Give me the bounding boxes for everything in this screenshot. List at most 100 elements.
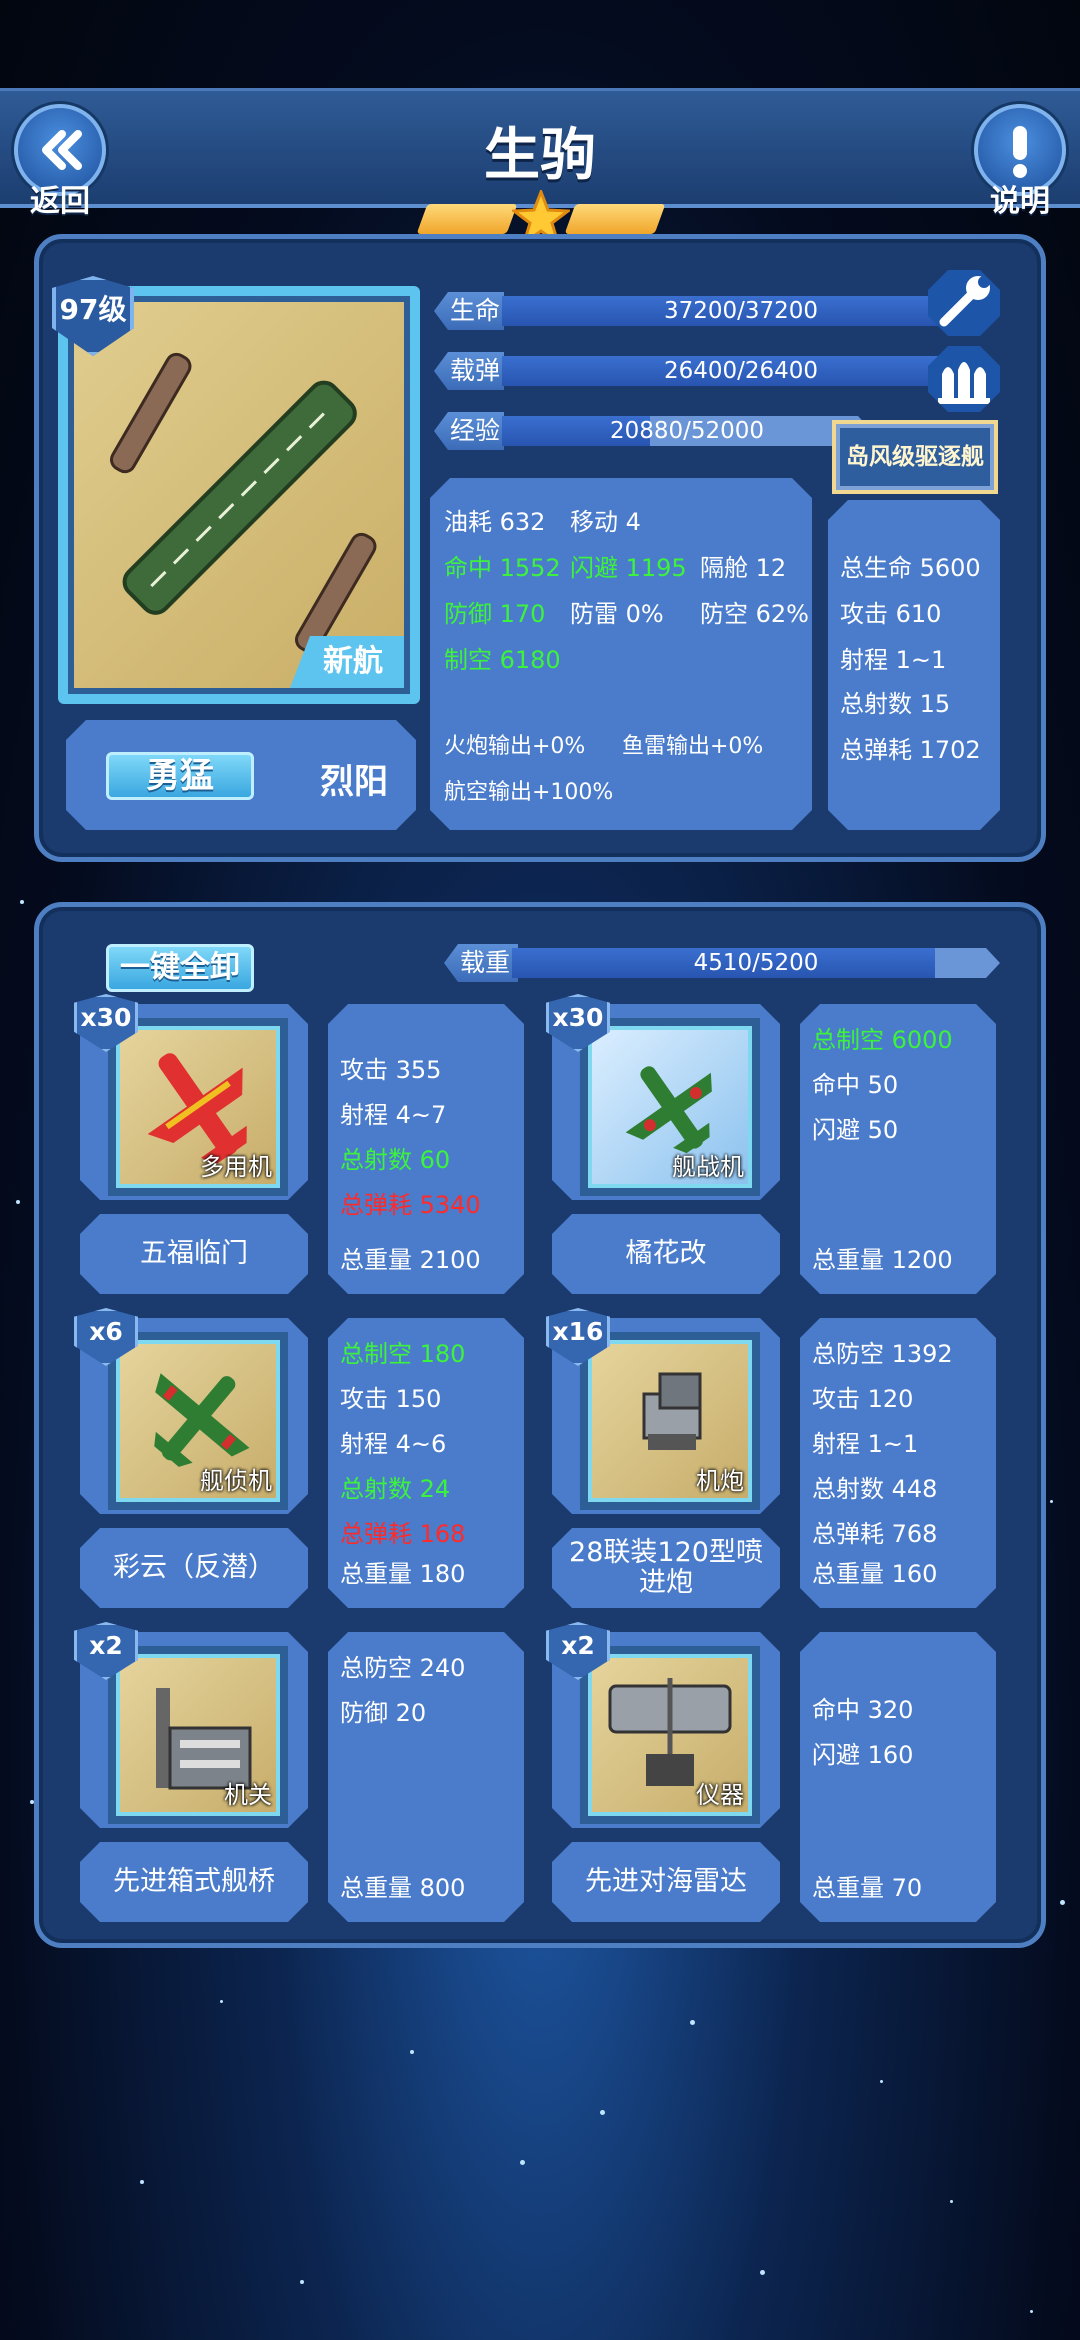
equipment-image-frame: 舰侦机 <box>108 1332 288 1510</box>
stat-fuel: 油耗 632 <box>444 508 546 536</box>
total-attack: 攻击 610 <box>840 600 942 628</box>
bar-label: 生命 <box>434 292 504 330</box>
equipment-stat: 总重量 1200 <box>812 1246 953 1274</box>
equipment-stat: 总防空 240 <box>340 1654 466 1682</box>
aircraft-carrier-image <box>110 352 377 654</box>
stat-bulkhead: 隔舱 12 <box>700 554 787 582</box>
equipment-stats-box: 总制空 6000 命中 50 闪避 50 总重量 1200 <box>800 1004 996 1294</box>
ship-stats-box: 油耗 632 移动 4 命中 1552 闪避 1195 隔舱 12 防御 170… <box>430 478 812 830</box>
background-star <box>220 2000 223 2003</box>
equipment-stats-box: 总制空 180 攻击 150 射程 4~6 总射数 24 总弹耗 168 总重量 180 <box>328 1318 524 1608</box>
repair-button[interactable] <box>928 270 1000 336</box>
back-label: 返回 <box>30 184 90 219</box>
ship-type-tag: 新航 <box>290 636 404 688</box>
stat-evade: 闪避 1195 <box>570 554 687 582</box>
equipment-type-tag: 舰侦机 <box>200 1467 272 1495</box>
equipment-stat: 闪避 50 <box>812 1116 899 1144</box>
wrench-icon <box>928 270 1000 336</box>
equipment-stats-box: 命中 320 闪避 160 总重量 70 <box>800 1632 996 1922</box>
stat-bar: 26400/26400 <box>502 356 980 386</box>
ship-class-tag[interactable]: 岛风级驱逐舰 <box>832 420 998 494</box>
equipment-name-button[interactable]: 彩云（反潜） <box>80 1528 308 1608</box>
ship-portrait[interactable]: 新航 <box>58 286 420 704</box>
trait-brave[interactable]: 勇猛 <box>106 752 254 800</box>
stat-air: 制空 6180 <box>444 646 561 674</box>
equipment-stat: 攻击 355 <box>340 1056 442 1084</box>
equipment-type-tag: 多用机 <box>200 1153 272 1181</box>
equipment-slot[interactable]: 多用机 x30 <box>74 994 308 1200</box>
equipment-stat: 总弹耗 168 <box>340 1520 466 1548</box>
background-star <box>690 2020 695 2025</box>
equipment-stat: 总射数 448 <box>812 1475 938 1503</box>
total-shots: 总射数 15 <box>840 690 951 718</box>
equipment-stat: 射程 4~6 <box>340 1430 447 1458</box>
equipment-name-button[interactable]: 五福临门 <box>80 1214 308 1294</box>
equipment-image-frame: 舰战机 <box>580 1018 760 1196</box>
stat-torp-output: 鱼雷输出+0% <box>622 734 764 759</box>
equipment-stats-box: 攻击 355 射程 4~7 总射数 60 总弹耗 5340 总重量 2100 <box>328 1004 524 1294</box>
equipment-slot[interactable]: 仪器 x2 <box>546 1622 780 1828</box>
equipment-stat: 防御 20 <box>340 1699 427 1727</box>
background-star <box>1030 2310 1033 2313</box>
stat-hit: 命中 1552 <box>444 554 561 582</box>
background-star <box>760 2270 765 2275</box>
equipment-stat: 射程 4~7 <box>340 1101 447 1129</box>
load-bar: 4510/5200 <box>512 948 1000 978</box>
stat-bar: 37200/37200 <box>502 296 980 326</box>
equipment-stat: 总射数 60 <box>340 1146 451 1174</box>
equipment-stat: 总防空 1392 <box>812 1340 953 1368</box>
stat-bar: 20880/52000 <box>502 416 872 446</box>
page-title: 生驹 <box>484 123 596 188</box>
equipment-name-button[interactable]: 28联装120型喷进炮 <box>552 1528 780 1608</box>
equipment-image: 舰战机 <box>588 1026 752 1188</box>
background-star <box>520 2160 525 2165</box>
bar-value: 26400/26400 <box>663 358 819 384</box>
total-range: 射程 1~1 <box>840 646 947 674</box>
trait-sun[interactable]: 烈阳 <box>320 754 388 803</box>
equipment-image: 舰侦机 <box>116 1340 280 1502</box>
equipment-image: 多用机 <box>116 1026 280 1188</box>
equipment-stat: 命中 50 <box>812 1071 899 1099</box>
equipment-slot[interactable]: 舰战机 x30 <box>546 994 780 1200</box>
equipment-type-tag: 仪器 <box>696 1781 744 1809</box>
equipment-stat: 总射数 24 <box>340 1475 451 1503</box>
equipment-image-frame: 机关 <box>108 1646 288 1824</box>
stat-move: 移动 4 <box>570 508 641 536</box>
bar-label: 经验 <box>434 412 504 450</box>
unload-all-button[interactable]: 一键全卸 <box>106 944 254 992</box>
ammo-button[interactable] <box>928 346 1000 412</box>
equipment-slot[interactable]: 机炮 x16 <box>546 1308 780 1514</box>
help-label: 说明 <box>990 184 1050 219</box>
equipment-stat: 总弹耗 5340 <box>340 1191 481 1219</box>
equipment-stat: 总重量 2100 <box>340 1246 481 1274</box>
equipment-stat: 闪避 160 <box>812 1741 914 1769</box>
bar-value: 37200/37200 <box>663 298 819 324</box>
equipment-name-button[interactable]: 先进对海雷达 <box>552 1842 780 1922</box>
equipment-stat: 总制空 180 <box>340 1340 466 1368</box>
stat-torp-def: 防雷 0% <box>570 600 664 628</box>
equipment-stat: 射程 1~1 <box>812 1430 919 1458</box>
stat-defense: 防御 170 <box>444 600 546 628</box>
background-star <box>300 2280 304 2284</box>
background-star <box>140 2180 144 2184</box>
stat-gun-output: 火炮输出+0% <box>444 734 586 759</box>
background-star <box>20 900 24 904</box>
background-star <box>1050 1500 1053 1503</box>
equipment-slot[interactable]: 机关 x2 <box>74 1622 308 1828</box>
equipment-type-tag: 舰战机 <box>672 1153 744 1181</box>
equipment-name-button[interactable]: 先进箱式舰桥 <box>80 1842 308 1922</box>
equipment-image-frame: 多用机 <box>108 1018 288 1196</box>
equipment-image: 机关 <box>116 1654 280 1816</box>
bar-label: 载弹 <box>434 352 504 390</box>
total-ammo-cost: 总弹耗 1702 <box>840 736 981 764</box>
bullets-icon <box>928 346 1000 412</box>
equipment-stats-box: 总防空 1392 攻击 120 射程 1~1 总射数 448 总弹耗 768 总重量 16… <box>800 1318 996 1608</box>
equipment-stat: 命中 320 <box>812 1696 914 1724</box>
equipment-image-frame: 仪器 <box>580 1646 760 1824</box>
equipment-name-button[interactable]: 橘花改 <box>552 1214 780 1294</box>
equipment-image-frame: 机炮 <box>580 1332 760 1510</box>
background-star <box>880 2080 883 2083</box>
equipment-slot[interactable]: 舰侦机 x6 <box>74 1308 308 1514</box>
equipment-stat: 总制空 6000 <box>812 1026 953 1054</box>
total-hp: 总生命 5600 <box>840 554 981 582</box>
